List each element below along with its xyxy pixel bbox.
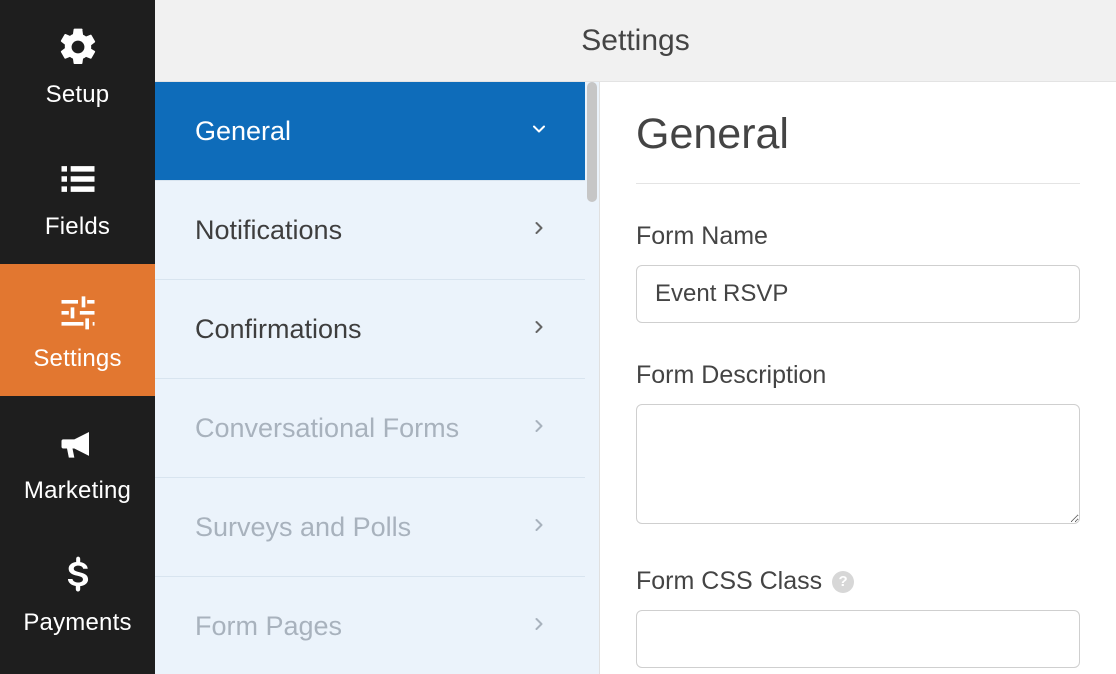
primary-sidebar: Setup Fields Settings Marketing Payments <box>0 0 155 674</box>
chevron-right-icon <box>529 416 549 441</box>
panel-item-label: Notifications <box>195 215 342 246</box>
panel-item-notifications[interactable]: Notifications <box>155 181 585 280</box>
scrollbar-track[interactable] <box>585 82 599 674</box>
panel-item-confirmations[interactable]: Confirmations <box>155 280 585 379</box>
settings-panel: General Notifications Confirmations <box>155 82 600 674</box>
megaphone-icon <box>54 419 102 467</box>
page-title: Settings <box>581 24 689 58</box>
top-bar: Settings <box>155 0 1116 82</box>
scrollbar-thumb[interactable] <box>587 82 597 202</box>
detail-pane: General Form Name Form Description Form … <box>600 82 1116 674</box>
list-icon <box>54 155 102 203</box>
sidebar-item-label: Settings <box>33 345 121 373</box>
sidebar-item-settings[interactable]: Settings <box>0 264 155 396</box>
chevron-right-icon <box>529 317 549 342</box>
app-root: Setup Fields Settings Marketing Payments <box>0 0 1116 674</box>
panel-item-label: General <box>195 116 291 147</box>
form-name-input[interactable] <box>636 265 1080 323</box>
form-description-input[interactable] <box>636 404 1080 524</box>
panel-item-surveys-polls[interactable]: Surveys and Polls <box>155 478 585 577</box>
gear-icon <box>54 23 102 71</box>
panel-item-label: Conversational Forms <box>195 413 459 444</box>
sidebar-item-label: Marketing <box>24 477 131 505</box>
chevron-right-icon <box>529 515 549 540</box>
chevron-right-icon <box>529 218 549 243</box>
sidebar-item-payments[interactable]: Payments <box>0 528 155 660</box>
sidebar-item-label: Setup <box>46 81 110 109</box>
dollar-icon <box>54 551 102 599</box>
detail-heading: General <box>636 110 1080 184</box>
workarea: General Notifications Confirmations <box>155 82 1116 674</box>
panel-item-general[interactable]: General <box>155 82 585 181</box>
help-icon[interactable]: ? <box>832 571 854 593</box>
sidebar-item-marketing[interactable]: Marketing <box>0 396 155 528</box>
chevron-right-icon <box>529 614 549 639</box>
form-css-input[interactable] <box>636 610 1080 668</box>
form-css-label: Form CSS Class <box>636 567 822 596</box>
sliders-icon <box>54 287 102 335</box>
panel-item-label: Form Pages <box>195 611 342 642</box>
sidebar-item-label: Payments <box>23 609 131 637</box>
field-form-description: Form Description <box>636 361 1080 529</box>
sidebar-item-setup[interactable]: Setup <box>0 0 155 132</box>
panel-item-label: Surveys and Polls <box>195 512 411 543</box>
sidebar-item-label: Fields <box>45 213 110 241</box>
form-description-label: Form Description <box>636 361 1080 390</box>
panel-item-form-pages[interactable]: Form Pages <box>155 577 585 674</box>
chevron-down-icon <box>529 119 549 144</box>
field-form-name: Form Name <box>636 222 1080 323</box>
right-pane: Settings General Notifications <box>155 0 1116 674</box>
settings-panel-scroll[interactable]: General Notifications Confirmations <box>155 82 585 674</box>
panel-item-label: Confirmations <box>195 314 362 345</box>
panel-item-conversational-forms[interactable]: Conversational Forms <box>155 379 585 478</box>
sidebar-item-fields[interactable]: Fields <box>0 132 155 264</box>
field-form-css-class: Form CSS Class ? <box>636 567 1080 668</box>
form-name-label: Form Name <box>636 222 1080 251</box>
